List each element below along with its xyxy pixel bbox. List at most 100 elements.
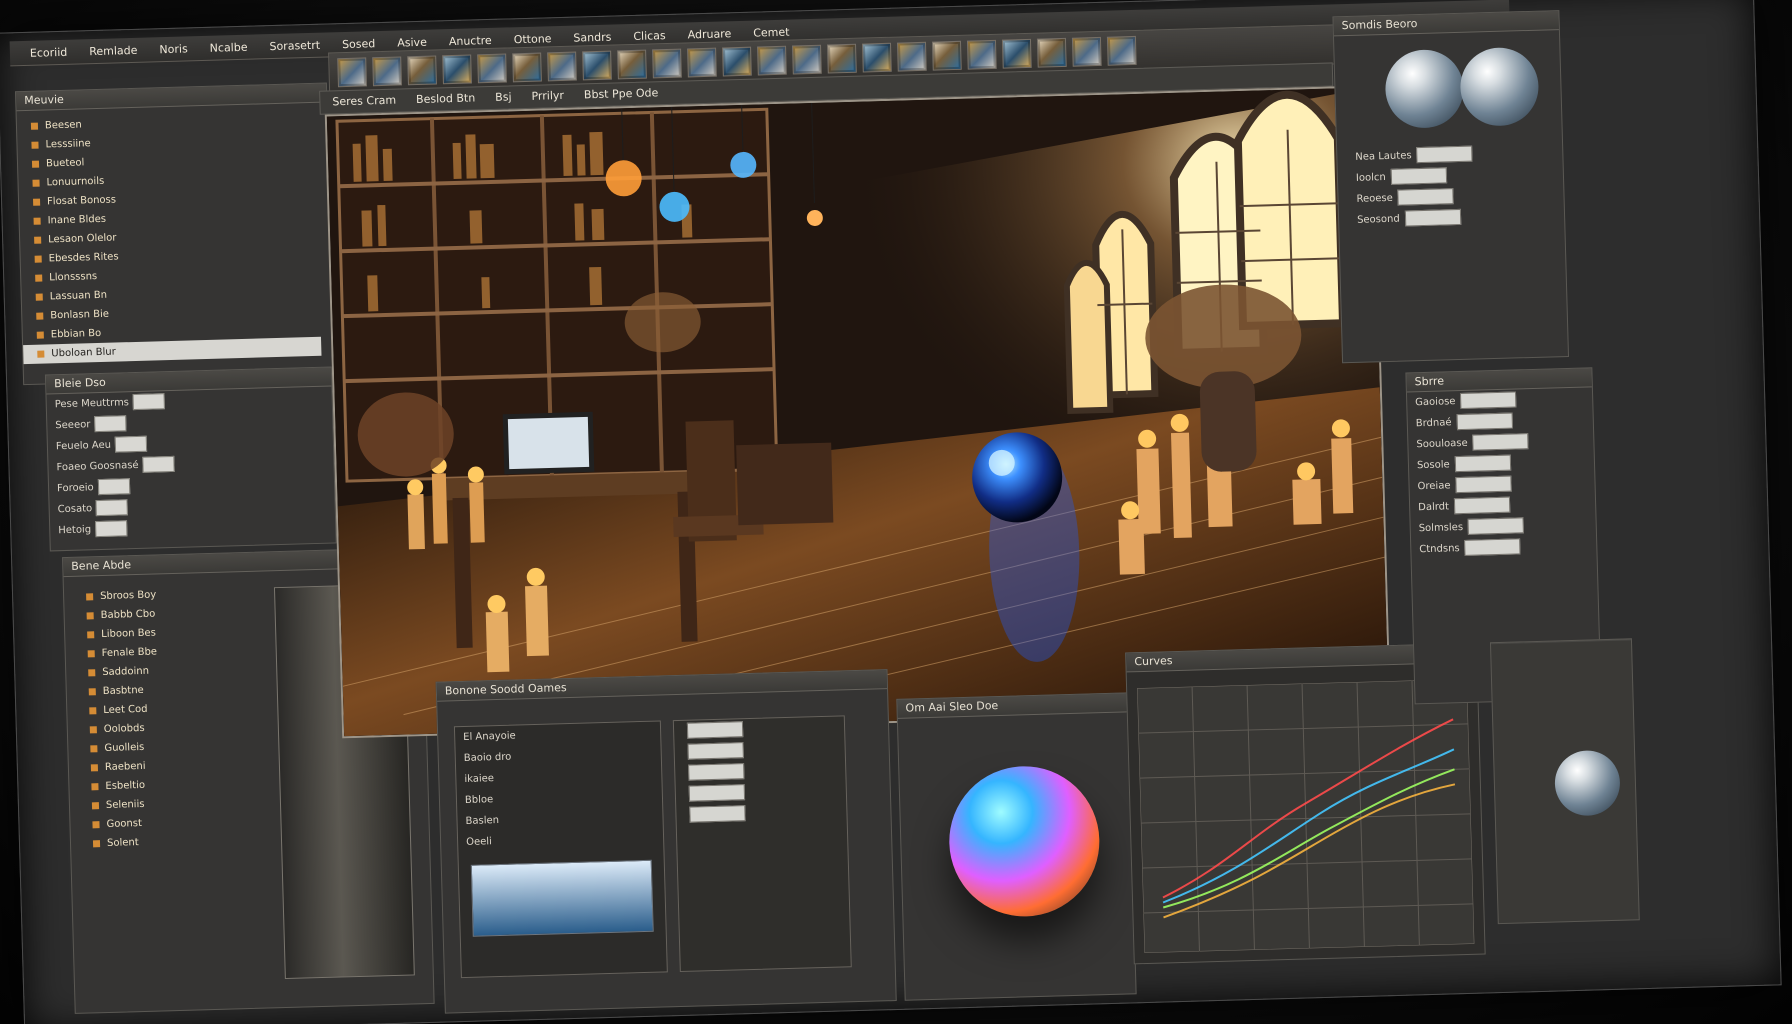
side-preview-panel (1489, 638, 1640, 925)
timeline-tool-icon[interactable] (1001, 38, 1032, 69)
property-label: Foaeo Goosnasé (56, 459, 139, 474)
texture-tool-icon[interactable] (722, 46, 752, 76)
object-property-field[interactable] (1464, 538, 1521, 556)
material-preview-title: Om Aai Sleo Doe (897, 693, 1128, 719)
toggle-button[interactable] (142, 455, 175, 473)
material-settings-list (672, 715, 852, 973)
viewport-mode-label[interactable]: Seres Cram (332, 90, 396, 114)
color-sphere-preview[interactable] (947, 764, 1102, 919)
camera-tool-icon[interactable] (512, 52, 542, 82)
brush-tool-icon[interactable] (442, 53, 472, 84)
toggle-button[interactable] (95, 499, 129, 517)
material-list-panel: Bonone Soodd Oames El Anayoie Baoio dro … (435, 669, 897, 1014)
light-tool-icon[interactable] (582, 50, 612, 80)
object-property-field[interactable] (1453, 496, 1511, 515)
toggle-button[interactable] (94, 520, 128, 538)
menu-item-anuctre[interactable]: Anuctre (449, 33, 492, 47)
scene-tool-icon[interactable] (477, 53, 507, 83)
render-tool-icon[interactable] (407, 54, 437, 85)
toggle-button[interactable] (94, 415, 127, 433)
render-setting-label: Reoese (1356, 192, 1393, 205)
menu-item-ottone[interactable]: Ottone (514, 32, 552, 46)
3d-viewport[interactable] (324, 85, 1391, 739)
material-setting-field[interactable] (687, 742, 744, 760)
viewport-shading-label[interactable]: Beslod Btn (416, 87, 476, 111)
scene-hierarchy-panel: Meuvie Beesen Lesssiine Bueteol Lonuurno… (14, 82, 336, 386)
menu-item-sandrs[interactable]: Sandrs (573, 30, 611, 44)
object-property-field[interactable] (1460, 391, 1517, 409)
render-setting-field[interactable] (1397, 188, 1455, 206)
render-setting: Seosond (1349, 205, 1540, 231)
object-property-label: Brdnaé (1415, 417, 1452, 430)
menu-item-cemet[interactable]: Cemet (753, 25, 790, 39)
property-label: Hetoig (58, 524, 92, 537)
property-label: Cosato (57, 503, 93, 516)
object-property-label: Oreiae (1417, 480, 1451, 493)
shader-tool-icon[interactable] (931, 40, 962, 71)
viewport-tool-icon[interactable] (337, 56, 367, 87)
preset-tool-icon[interactable] (757, 45, 787, 75)
material-preview-panel: Om Aai Sleo Doe (896, 692, 1137, 1001)
menu-item-sorasetrt[interactable]: Sorasetrt (269, 38, 320, 52)
object-property-field[interactable] (1455, 475, 1512, 494)
node-tool-icon[interactable] (617, 49, 647, 79)
material-setting-field[interactable] (686, 721, 744, 739)
toggle-button[interactable] (114, 435, 148, 453)
object-property-field[interactable] (1472, 433, 1529, 451)
object-property-field[interactable] (1467, 517, 1525, 535)
render-setting-field[interactable] (1390, 167, 1447, 185)
render-setting-label: Seosond (1356, 213, 1400, 226)
object-property: Ctndsns (1411, 534, 1597, 560)
layer-properties-panel: Bleie Dso Pese Meuttrms Seeeor Feuelo Ae… (44, 366, 337, 552)
material-tool-icon[interactable] (547, 51, 577, 81)
object-property-field[interactable] (1454, 454, 1511, 473)
property-label: Foroeio (56, 482, 94, 495)
side-material-ball-icon[interactable] (1554, 749, 1621, 817)
material-row[interactable]: Oeeli (458, 826, 664, 853)
material-setting-field[interactable] (688, 784, 746, 802)
export-tool-icon[interactable] (896, 41, 927, 72)
material-sphere-icon[interactable] (1384, 48, 1465, 129)
render-setting-field[interactable] (1404, 208, 1461, 227)
material-setting[interactable] (676, 800, 847, 826)
mask-tool-icon[interactable] (792, 44, 822, 75)
toggle-button[interactable] (132, 393, 166, 411)
mesh-tool-icon[interactable] (861, 42, 892, 73)
toggle-button[interactable] (97, 478, 130, 496)
render-settings-title: Somdis Beoro (1333, 11, 1559, 37)
menu-item-clicas[interactable]: Clicas (633, 29, 666, 43)
viewport-render-label[interactable]: Bbst Ppe Ode (584, 82, 659, 106)
viewport-preview-label[interactable]: Prrilyr (531, 85, 564, 108)
object-property-label: Soouloase (1416, 437, 1468, 451)
curve-graph[interactable] (1137, 678, 1475, 954)
layers-tool-icon[interactable] (1071, 36, 1102, 67)
select-tool-icon[interactable] (687, 47, 717, 77)
outline-row[interactable]: Solent (79, 830, 259, 854)
outline-list: Sbroos Boy Babbb Cbo Liboon Bes Fenale B… (72, 583, 259, 854)
animation-tool-icon[interactable] (1036, 37, 1067, 68)
object-property-field[interactable] (1456, 412, 1513, 431)
render-setting-field[interactable] (1416, 145, 1473, 164)
terrain-tool-icon[interactable] (652, 48, 682, 78)
material-setting-field[interactable] (688, 763, 745, 781)
particle-tool-icon[interactable] (966, 39, 997, 70)
scene-tree-list: Beesen Lesssiine Bueteol Lonuurnoils Flo… (17, 103, 334, 365)
material-setting-field[interactable] (689, 805, 746, 823)
material-list: El Anayoie Baoio dro ikaiee Bbloe Baslen… (453, 720, 668, 979)
menu-item-ecoriid[interactable]: Ecoriid (30, 45, 68, 59)
lock-tool-icon[interactable] (1106, 35, 1137, 66)
desktop-monitor: Ecoriid Remlade Noris Ncalbe Sorasetrt S… (0, 0, 1782, 1024)
menu-item-adruare[interactable]: Adruare (687, 27, 731, 41)
menu-item-ncalbe[interactable]: Ncalbe (210, 40, 248, 54)
menu-item-remlade[interactable]: Remlade (89, 43, 138, 57)
material-sphere-icon[interactable] (1459, 46, 1540, 127)
property-label: Pese Meuttrms (54, 397, 130, 411)
property-label: Feuelo Aeu (55, 439, 112, 453)
menu-item-asive[interactable]: Asive (397, 35, 427, 49)
menu-item-sosed[interactable]: Sosed (342, 37, 376, 51)
image-tool-icon[interactable] (372, 55, 402, 86)
sun-tool-icon[interactable] (826, 43, 857, 74)
viewport-size-label[interactable]: Bsj (495, 86, 512, 108)
menu-item-noris[interactable]: Noris (159, 42, 188, 56)
object-property-label: Dalrdt (1418, 501, 1450, 514)
